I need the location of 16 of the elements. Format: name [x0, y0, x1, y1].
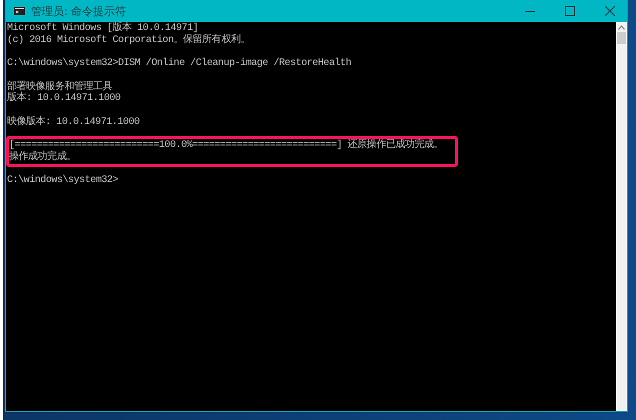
window-title: 管理员: 命令提示符: [31, 4, 126, 18]
console-line: 操作成功完成。: [9, 152, 77, 163]
console-line: 部署映像服务和管理工具: [7, 82, 114, 92]
console-line: C:\windows\system32>: [7, 175, 118, 186]
console-line: 版本: 10.0.14971.1000: [7, 93, 120, 104]
console-line: (c) 2016 Microsoft Corporation。保留所有权利。: [7, 34, 250, 46]
scrollbar[interactable]: [616, 22, 627, 411]
maximize-icon: [565, 6, 575, 16]
scroll-thumb[interactable]: [617, 32, 626, 44]
scroll-up-icon[interactable]: [618, 25, 625, 30]
close-icon: [605, 6, 615, 16]
console-line: 映像版本: 10.0.14971.1000: [7, 116, 140, 128]
console-line: [==========================100.0%==========================] 还原操作已成功完成。: [9, 140, 444, 151]
console-line: C:\windows\system32>DISM /Online /Cleanup-image /RestoreHealth: [7, 58, 352, 70]
console-icon: [14, 7, 25, 15]
console-line: Microsoft Windows [版本 10.0.14971]: [7, 23, 200, 34]
